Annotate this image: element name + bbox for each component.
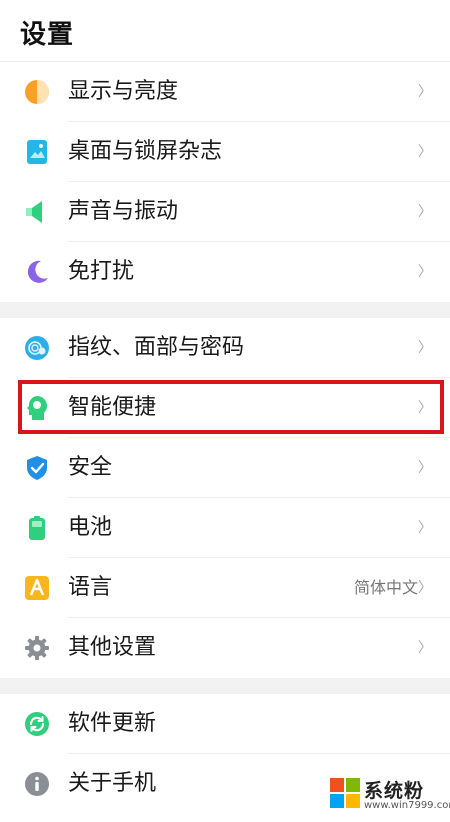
highlight-box — [18, 380, 444, 434]
section-gap — [0, 302, 450, 318]
settings-item-label: 指纹、面部与密码 — [68, 335, 245, 360]
settings-group-display: 显示与亮度 〉 桌面与锁屏杂志 〉 声音与振动 〉 免打扰 〉 — [0, 62, 450, 302]
settings-item-label: 其他设置 — [68, 635, 157, 660]
page-title: 设置 — [20, 20, 75, 50]
gear-icon — [24, 635, 50, 661]
settings-item-display-brightness[interactable]: 显示与亮度 〉 — [0, 62, 450, 122]
display-brightness-icon — [24, 79, 50, 105]
chevron-right-icon: 〉 — [418, 264, 432, 280]
settings-item-label: 桌面与锁屏杂志 — [68, 139, 223, 164]
chevron-right-icon: 〉 — [418, 520, 432, 536]
settings-item-wallpaper[interactable]: 桌面与锁屏杂志 〉 — [0, 122, 450, 182]
section-gap — [0, 678, 450, 694]
watermark-title: 系统粉 — [364, 780, 425, 802]
software-update-icon — [24, 711, 50, 737]
settings-item-label: 显示与亮度 — [68, 79, 179, 104]
settings-item-software-update[interactable]: 软件更新 — [0, 694, 450, 754]
settings-item-security[interactable]: 安全 〉 — [0, 438, 450, 498]
watermark-url: www.win7999.com — [364, 800, 450, 811]
language-icon — [24, 575, 50, 601]
settings-item-language[interactable]: 语言 简体中文 〉 — [0, 558, 450, 618]
security-shield-icon — [24, 455, 50, 481]
settings-item-do-not-disturb[interactable]: 免打扰 〉 — [0, 242, 450, 302]
battery-icon — [24, 515, 50, 541]
settings-item-label: 软件更新 — [68, 711, 157, 736]
fingerprint-icon — [24, 335, 50, 361]
title-bar: 设置 — [0, 0, 450, 62]
settings-item-label: 电池 — [68, 515, 113, 540]
windows-logo-icon — [330, 778, 360, 808]
settings-item-label: 语言 — [68, 575, 113, 600]
watermark: 系统粉 www.win7999.com — [330, 768, 450, 820]
settings-item-sound[interactable]: 声音与振动 〉 — [0, 182, 450, 242]
settings-item-fingerprint-face-password[interactable]: 指纹、面部与密码 〉 — [0, 318, 450, 378]
settings-item-battery[interactable]: 电池 〉 — [0, 498, 450, 558]
chevron-right-icon: 〉 — [418, 340, 432, 356]
settings-item-other-settings[interactable]: 其他设置 〉 — [0, 618, 450, 678]
settings-item-label: 安全 — [68, 455, 113, 480]
chevron-right-icon: 〉 — [418, 204, 432, 220]
settings-item-label: 关于手机 — [68, 771, 157, 796]
info-icon — [24, 771, 50, 797]
chevron-right-icon: 〉 — [418, 84, 432, 100]
chevron-right-icon: 〉 — [418, 640, 432, 656]
settings-group-system: 指纹、面部与密码 〉 智能便捷 〉 安全 〉 电池 〉 语言 简体中文 〉 其他… — [0, 318, 450, 678]
do-not-disturb-moon-icon — [24, 259, 50, 285]
chevron-right-icon: 〉 — [418, 580, 432, 596]
settings-item-label: 声音与振动 — [68, 199, 179, 224]
wallpaper-icon — [24, 139, 50, 165]
sound-icon — [24, 199, 50, 225]
chevron-right-icon: 〉 — [418, 460, 432, 476]
settings-item-label: 免打扰 — [68, 259, 135, 284]
language-current-value: 简体中文 — [353, 578, 418, 597]
chevron-right-icon: 〉 — [418, 144, 432, 160]
